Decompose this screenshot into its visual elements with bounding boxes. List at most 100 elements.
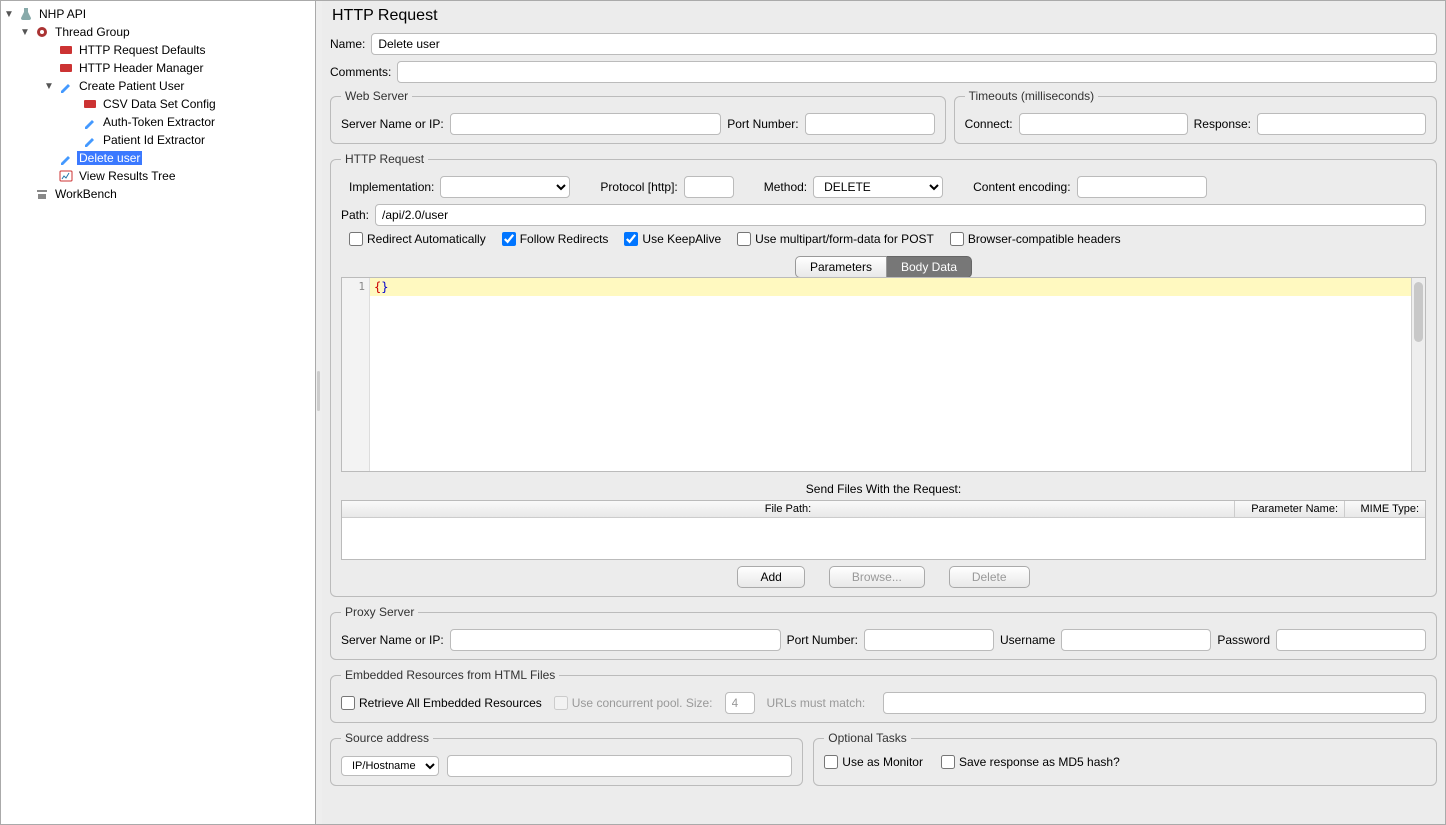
- panel-title: HTTP Request: [332, 7, 1437, 25]
- extractor-icon: [82, 114, 98, 130]
- keepalive-checkbox[interactable]: Use KeepAlive: [624, 232, 721, 246]
- files-col-pname[interactable]: Parameter Name:: [1235, 501, 1345, 517]
- body-data-editor[interactable]: 1 {}: [341, 277, 1426, 472]
- listener-icon: [58, 168, 74, 184]
- monitor-checkbox[interactable]: Use as Monitor: [824, 755, 923, 769]
- tree-label: View Results Tree: [77, 169, 178, 183]
- config-icon: [82, 96, 98, 112]
- timeouts-fieldset: Timeouts (milliseconds) Connect: Respons…: [954, 89, 1437, 144]
- proxy-server-input[interactable]: [450, 629, 781, 651]
- connect-input[interactable]: [1019, 113, 1188, 135]
- config-icon: [58, 42, 74, 58]
- editor-content[interactable]: {}: [370, 278, 1411, 471]
- port-input[interactable]: [805, 113, 935, 135]
- tree-item-auth-token[interactable]: Auth-Token Extractor: [1, 113, 315, 131]
- source-type-select[interactable]: IP/Hostname: [341, 756, 439, 776]
- disclosure-triangle-icon[interactable]: ▼: [3, 9, 15, 20]
- concurrent-checkbox: Use concurrent pool. Size:: [554, 696, 713, 710]
- name-input[interactable]: [371, 33, 1437, 55]
- tree-item-view-results[interactable]: View Results Tree: [1, 167, 315, 185]
- encoding-label: Content encoding:: [973, 180, 1070, 194]
- tree-item-patient-id[interactable]: Patient Id Extractor: [1, 131, 315, 149]
- source-fieldset: Source address IP/Hostname: [330, 731, 803, 786]
- tree-label: WorkBench: [53, 187, 119, 201]
- editor-gutter: 1: [342, 278, 370, 471]
- proxy-pass-label: Password: [1217, 633, 1270, 647]
- name-label: Name:: [330, 37, 365, 51]
- workbench-icon: [34, 186, 50, 202]
- http-request-legend: HTTP Request: [341, 152, 428, 166]
- path-input[interactable]: [375, 204, 1426, 226]
- tree-item-http-defaults[interactable]: HTTP Request Defaults: [1, 41, 315, 59]
- tree-label: NHP API: [37, 7, 88, 21]
- optional-legend: Optional Tasks: [824, 731, 911, 745]
- server-input[interactable]: [450, 113, 722, 135]
- path-label: Path:: [341, 208, 369, 222]
- port-label: Port Number:: [727, 117, 798, 131]
- embedded-fieldset: Embedded Resources from HTML Files Retri…: [330, 668, 1437, 723]
- comments-label: Comments:: [330, 65, 391, 79]
- method-select[interactable]: DELETE: [813, 176, 943, 198]
- protocol-input[interactable]: [684, 176, 734, 198]
- tab-body-data[interactable]: Body Data: [887, 256, 972, 278]
- timeouts-legend: Timeouts (milliseconds): [965, 89, 1099, 103]
- browser-headers-checkbox[interactable]: Browser-compatible headers: [950, 232, 1121, 246]
- response-label: Response:: [1194, 117, 1251, 131]
- flask-icon: [18, 6, 34, 22]
- impl-select[interactable]: [440, 176, 570, 198]
- sampler-icon: [58, 150, 74, 166]
- splitter[interactable]: [316, 1, 322, 824]
- comments-input[interactable]: [397, 61, 1437, 83]
- proxy-user-label: Username: [1000, 633, 1055, 647]
- proxy-port-input[interactable]: [864, 629, 994, 651]
- tree-item-delete-user[interactable]: Delete user: [1, 149, 315, 167]
- optional-fieldset: Optional Tasks Use as Monitor Save respo…: [813, 731, 1437, 786]
- proxy-port-label: Port Number:: [787, 633, 858, 647]
- files-col-mime[interactable]: MIME Type:: [1345, 501, 1425, 517]
- embedded-legend: Embedded Resources from HTML Files: [341, 668, 559, 682]
- tree-item-http-header[interactable]: HTTP Header Manager: [1, 59, 315, 77]
- delete-button[interactable]: Delete: [949, 566, 1030, 588]
- tree-item-workbench[interactable]: WorkBench: [1, 185, 315, 203]
- test-plan-tree[interactable]: ▼ NHP API ▼ Thread Group HTTP Request De…: [1, 1, 316, 824]
- tree-item-thread-group[interactable]: ▼ Thread Group: [1, 23, 315, 41]
- files-col-path[interactable]: File Path:: [342, 501, 1235, 517]
- gear-icon: [34, 24, 50, 40]
- proxy-pass-input[interactable]: [1276, 629, 1426, 651]
- app-window: ▼ NHP API ▼ Thread Group HTTP Request De…: [0, 0, 1446, 825]
- proxy-fieldset: Proxy Server Server Name or IP: Port Num…: [330, 605, 1437, 660]
- editor-scrollbar[interactable]: [1411, 278, 1425, 471]
- response-input[interactable]: [1257, 113, 1426, 135]
- tree-label: Create Patient User: [77, 79, 186, 93]
- web-server-fieldset: Web Server Server Name or IP: Port Numbe…: [330, 89, 946, 144]
- tab-parameters[interactable]: Parameters: [795, 256, 887, 278]
- add-button[interactable]: Add: [737, 566, 804, 588]
- disclosure-triangle-icon[interactable]: ▼: [19, 27, 31, 38]
- proxy-server-label: Server Name or IP:: [341, 633, 444, 647]
- redirect-auto-checkbox[interactable]: Redirect Automatically: [349, 232, 486, 246]
- md5-checkbox[interactable]: Save response as MD5 hash?: [941, 755, 1120, 769]
- multipart-checkbox[interactable]: Use multipart/form-data for POST: [737, 232, 934, 246]
- retrieve-checkbox[interactable]: Retrieve All Embedded Resources: [341, 696, 542, 710]
- sampler-icon: [58, 78, 74, 94]
- tree-item-nhp-api[interactable]: ▼ NHP API: [1, 5, 315, 23]
- follow-redirects-checkbox[interactable]: Follow Redirects: [502, 232, 609, 246]
- source-legend: Source address: [341, 731, 433, 745]
- files-title: Send Files With the Request:: [341, 482, 1426, 496]
- config-icon: [58, 60, 74, 76]
- proxy-user-input[interactable]: [1061, 629, 1211, 651]
- urls-input[interactable]: [883, 692, 1426, 714]
- extractor-icon: [82, 132, 98, 148]
- tree-item-csv[interactable]: CSV Data Set Config: [1, 95, 315, 113]
- source-input[interactable]: [447, 755, 792, 777]
- tree-item-create-patient[interactable]: ▼ Create Patient User: [1, 77, 315, 95]
- disclosure-triangle-icon[interactable]: ▼: [43, 81, 55, 92]
- tree-label: HTTP Header Manager: [77, 61, 206, 75]
- urls-label: URLs must match:: [767, 696, 866, 710]
- encoding-input[interactable]: [1077, 176, 1207, 198]
- files-table[interactable]: File Path: Parameter Name: MIME Type:: [341, 500, 1426, 560]
- tree-label: Auth-Token Extractor: [101, 115, 217, 129]
- tree-label: Thread Group: [53, 25, 132, 39]
- impl-label: Implementation:: [349, 180, 434, 194]
- browse-button[interactable]: Browse...: [829, 566, 925, 588]
